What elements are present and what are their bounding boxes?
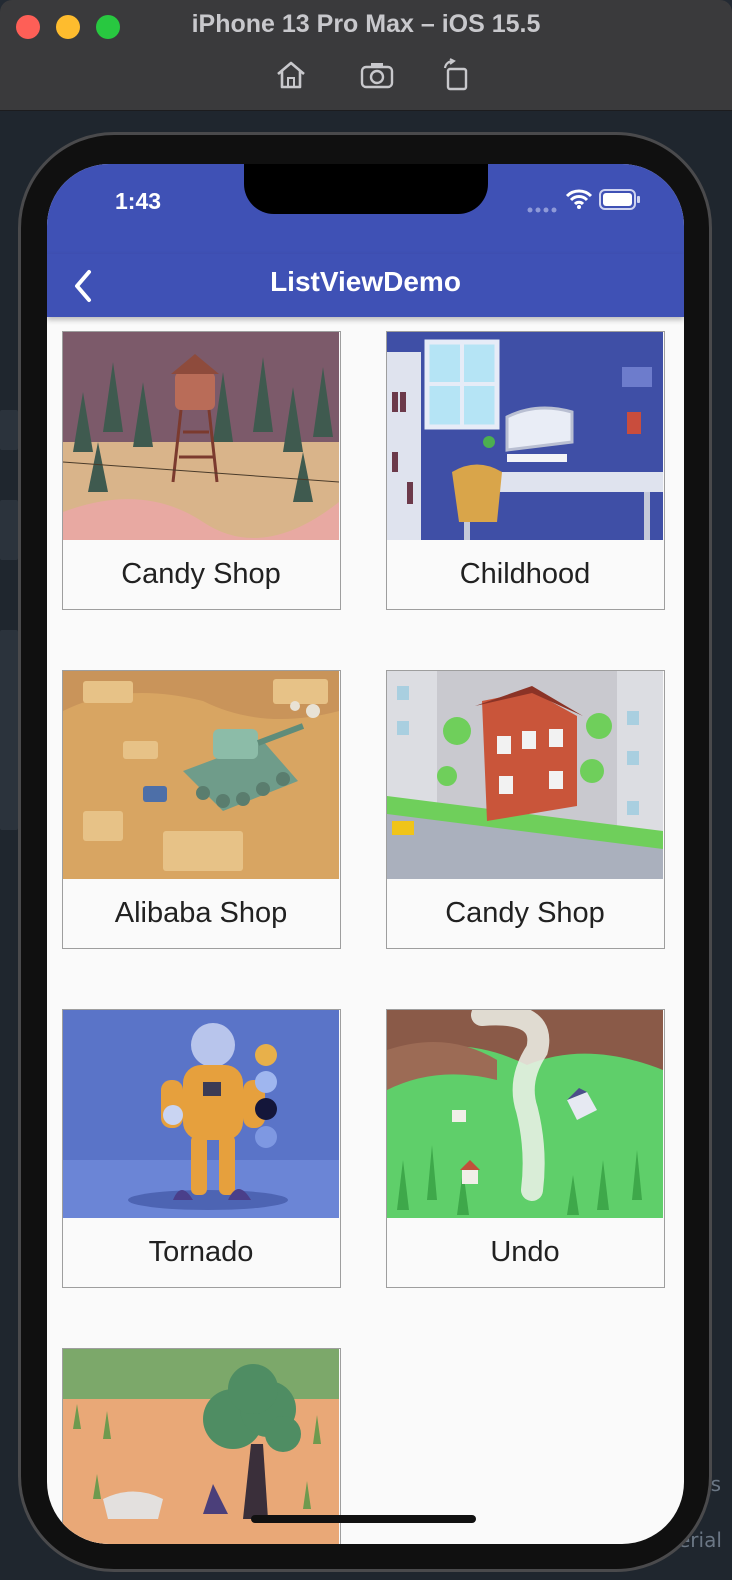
grid-card[interactable]: Tornado — [62, 1009, 341, 1288]
signal-icon — [527, 202, 559, 220]
card-label: Candy Shop — [445, 897, 605, 929]
screenshot-icon[interactable] — [360, 58, 394, 92]
wifi-icon — [565, 188, 593, 215]
card-label: Undo — [490, 1236, 560, 1268]
grid-card[interactable]: Undo — [386, 1009, 665, 1288]
card-image-room-desk — [387, 332, 663, 540]
status-time: 1:43 — [115, 188, 162, 214]
device-screen: 1:43 ListViewDemo Candy Shop Childhood A… — [47, 164, 684, 1544]
rotate-icon[interactable] — [440, 58, 474, 92]
card-image-astronaut — [63, 1010, 339, 1218]
ide-gutter-mark — [0, 410, 18, 450]
grid-card[interactable]: Candy Shop — [62, 331, 341, 610]
grid-card[interactable]: Candy Shop — [386, 670, 665, 949]
page-title: ListViewDemo — [270, 266, 461, 297]
simulator-titlebar: iPhone 13 Pro Max – iOS 15.5 — [0, 0, 732, 111]
ide-gutter-mark — [0, 630, 18, 830]
ide-gutter-mark — [0, 500, 18, 560]
card-image-water-tower — [63, 332, 339, 540]
simulator-title: iPhone 13 Pro Max – iOS 15.5 — [191, 10, 541, 38]
card-label: Candy Shop — [121, 558, 281, 590]
home-icon[interactable] — [274, 58, 308, 92]
card-label: Alibaba Shop — [114, 897, 288, 929]
card-label: Tornado — [148, 1236, 254, 1268]
notch — [244, 164, 488, 214]
card-image-red-house — [387, 671, 663, 879]
app-bar: ListViewDemo — [47, 254, 684, 317]
card-image-desert-tank — [63, 671, 339, 879]
battery-icon — [599, 189, 641, 216]
grid-card[interactable]: Childhood — [386, 331, 665, 610]
grid-card[interactable]: Alibaba Shop — [62, 670, 341, 949]
card-label: Childhood — [459, 558, 591, 590]
card-image-tornado — [387, 1010, 663, 1218]
home-indicator[interactable] — [251, 1515, 476, 1523]
